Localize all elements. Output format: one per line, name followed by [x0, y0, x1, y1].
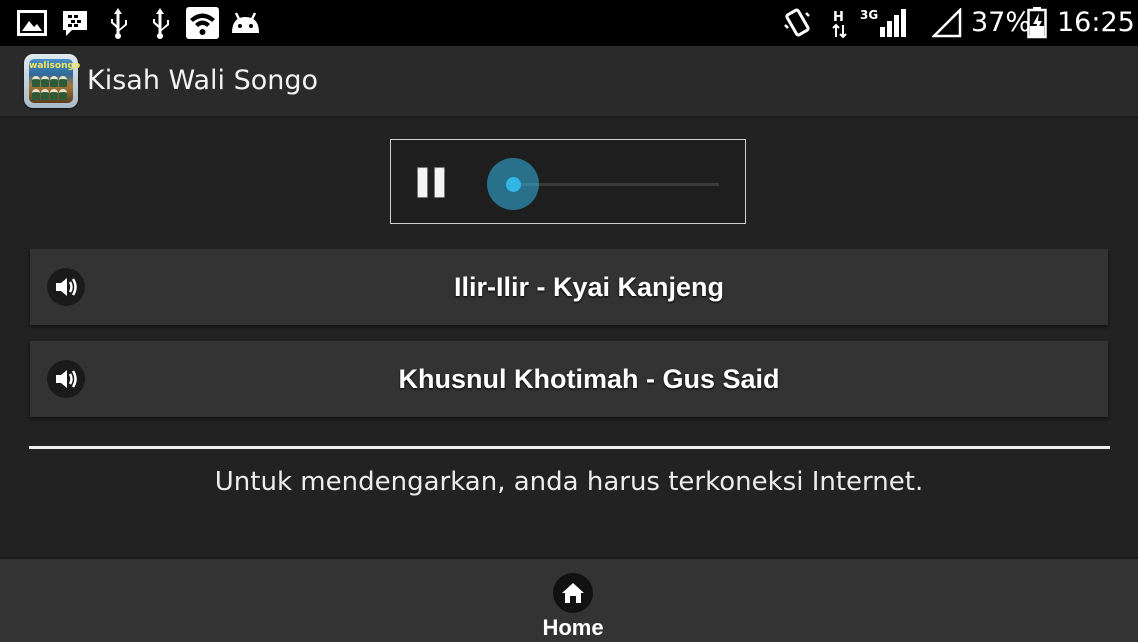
- usb-icon: [146, 7, 174, 39]
- app-title: Kisah Wali Songo: [87, 65, 319, 96]
- wifi-icon: [186, 7, 219, 39]
- svg-text:3G: 3G: [860, 8, 878, 22]
- app-icon-logo: walisongo: [29, 61, 81, 71]
- android-icon: [229, 7, 262, 39]
- app-icon[interactable]: walisongo: [24, 54, 81, 108]
- battery-percent: 37%: [971, 7, 1032, 38]
- vibrate-icon: [782, 7, 812, 39]
- song-item-khusnul-khotimah[interactable]: Khusnul Khotimah - Gus Said: [30, 341, 1108, 417]
- usb-icon: [104, 7, 132, 39]
- home-icon: [553, 573, 593, 613]
- media-player: [390, 139, 746, 224]
- status-bar: H 3G 37% 16:25: [0, 0, 1138, 46]
- battery-charging-icon: [1027, 7, 1047, 39]
- pause-button[interactable]: [415, 165, 451, 201]
- song-item-ilir-ilir[interactable]: Ilir-Ilir - Kyai Kanjeng: [30, 249, 1108, 325]
- data-activity-icon: H: [832, 7, 848, 39]
- pause-icon: [417, 167, 428, 198]
- gallery-icon: [16, 7, 48, 39]
- song-title: Khusnul Khotimah - Gus Said: [398, 364, 780, 394]
- home-button[interactable]: Home: [523, 571, 623, 642]
- clock: 16:25: [1057, 7, 1135, 38]
- song-title: Ilir-Ilir - Kyai Kanjeng: [453, 272, 725, 302]
- action-bar: walisongo Kisah Wali Songo: [0, 46, 1138, 118]
- bottom-nav: Home: [0, 557, 1138, 642]
- home-label: Home: [542, 615, 604, 640]
- seek-thumb[interactable]: [487, 158, 539, 210]
- bbm-icon: [60, 7, 90, 39]
- no-sim-signal-icon: [932, 7, 962, 39]
- internet-notice: Untuk mendengarkan, anda harus terkoneks…: [214, 467, 924, 497]
- signal-icon: 3G: [860, 7, 908, 39]
- svg-text:H: H: [833, 10, 844, 25]
- divider: [29, 446, 1110, 449]
- seek-bar[interactable]: [513, 183, 719, 186]
